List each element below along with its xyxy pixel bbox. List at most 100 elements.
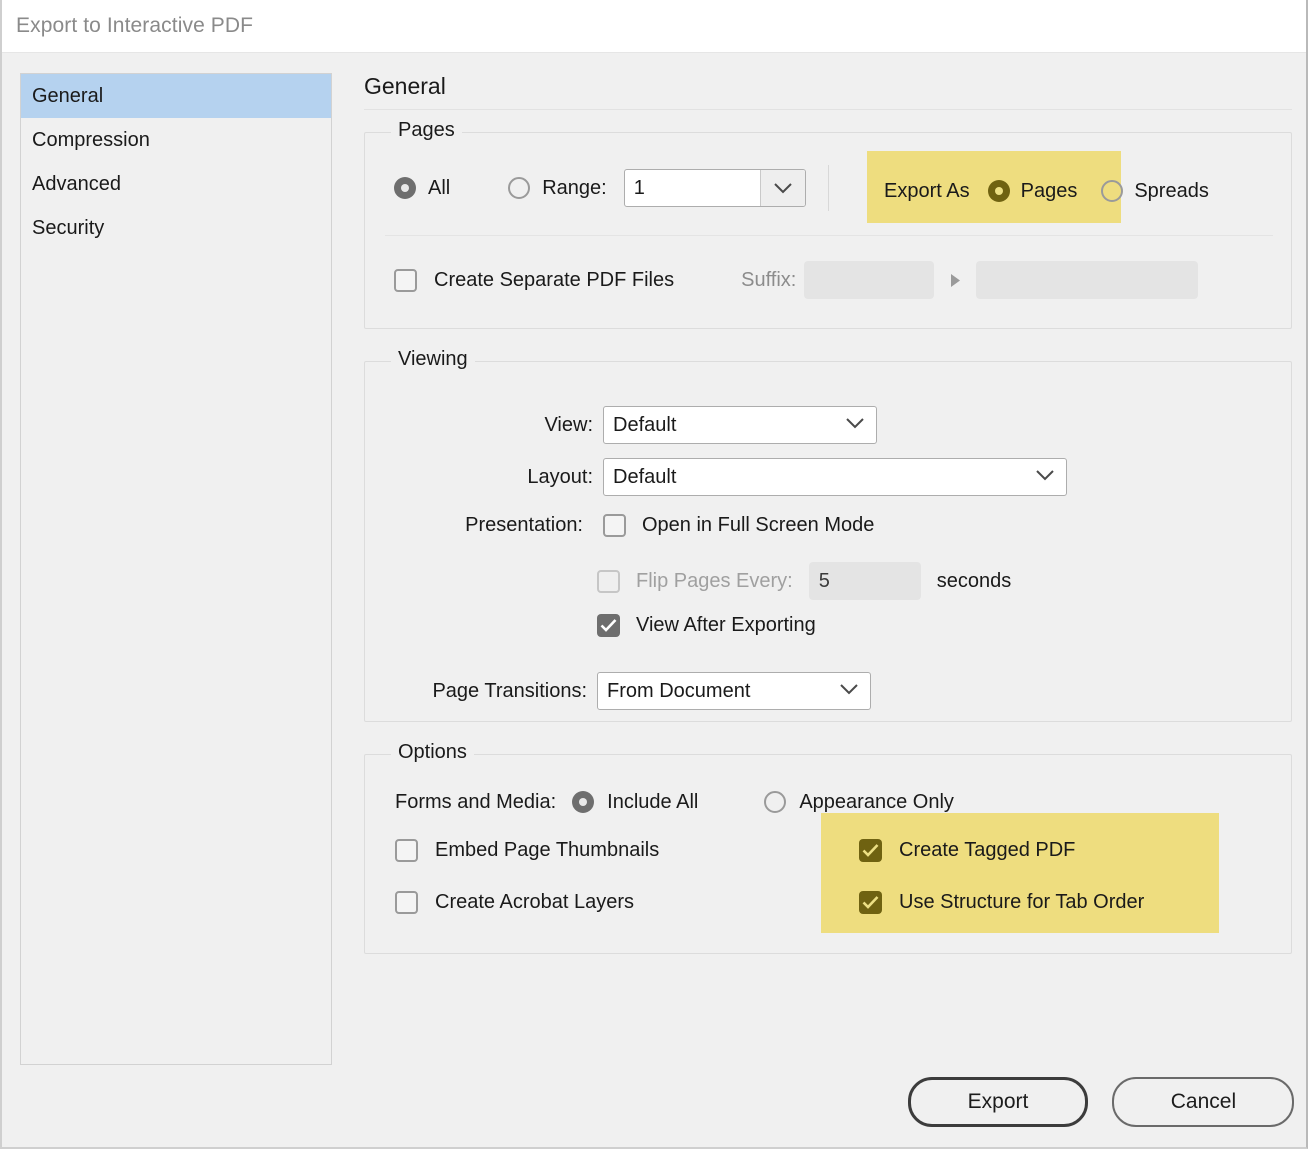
checkbox-create-tagged-pdf[interactable]: Create Tagged PDF: [859, 839, 1075, 862]
checkbox-create-tagged-pdf-label: Create Tagged PDF: [899, 839, 1076, 861]
checkbox-create-separate-pdf-files-label: Create Separate PDF Files: [434, 268, 675, 291]
pages-group: Pages All Range: 1 Export As Pages Sprea…: [364, 119, 1292, 329]
presentation-row: Presentation: Open in Full Screen Mode: [365, 514, 1273, 537]
export-button-label: Export: [967, 1090, 1029, 1113]
checkbox-use-structure-for-tab-order-indicator: [859, 891, 882, 914]
dialog-footer: Export Cancel: [908, 1077, 1295, 1127]
view-label: View:: [544, 413, 593, 436]
chevron-down-icon: [1036, 468, 1054, 486]
sidebar-item-compression[interactable]: Compression: [21, 118, 331, 162]
checkbox-embed-page-thumbnails[interactable]: Embed Page Thumbnails: [395, 839, 659, 862]
triangle-right-icon: [950, 273, 961, 288]
radio-pages[interactable]: Pages: [987, 179, 1078, 203]
radio-spreads-label: Spreads: [1134, 179, 1209, 202]
radio-include-all-label: Include All: [607, 790, 699, 813]
dialog-title: Export to Interactive PDF: [16, 14, 254, 37]
options-group-title: Options: [391, 741, 474, 764]
layout-row: Layout: Default: [365, 458, 1273, 496]
sidebar-item-general[interactable]: General: [21, 74, 331, 118]
checkbox-create-separate-pdf-files-indicator: [394, 268, 417, 292]
sidebar-item-advanced[interactable]: Advanced: [21, 162, 331, 206]
radio-appearance-only-indicator: [764, 791, 787, 813]
checkbox-create-tagged-pdf-indicator: [859, 839, 882, 862]
checkbox-view-after-exporting-indicator: [597, 614, 620, 637]
view-row: View: Default: [365, 406, 1273, 444]
flip-pages-row: Flip Pages Every: 5 seconds: [597, 562, 1011, 600]
checkbox-open-in-full-screen-mode-indicator: [603, 514, 626, 537]
export-as-label: Export As: [884, 179, 970, 202]
pages-inner-divider: [385, 235, 1273, 236]
settings-category-list[interactable]: General Compression Advanced Security: [20, 73, 332, 1065]
viewing-group: Viewing View: Default Layout: Default Pr…: [364, 348, 1292, 722]
layout-select[interactable]: Default: [603, 458, 1067, 496]
export-to-interactive-pdf-dialog: Export to Interactive PDF General Compre…: [0, 0, 1308, 1149]
dialog-titlebar: Export to Interactive PDF: [2, 0, 1306, 53]
radio-pages-indicator: [987, 180, 1010, 202]
view-select[interactable]: Default: [603, 406, 877, 444]
checkbox-create-acrobat-layers-indicator: [395, 891, 418, 914]
radio-all-label: All: [428, 176, 451, 199]
export-button[interactable]: Export: [908, 1077, 1088, 1127]
checkbox-create-acrobat-layers[interactable]: Create Acrobat Layers: [395, 891, 634, 914]
radio-all[interactable]: All: [394, 177, 450, 200]
pane-divider: [364, 109, 1292, 110]
separate-files-row: Create Separate PDF Files Suffix:: [394, 260, 1199, 300]
range-input-value: 1: [633, 177, 645, 199]
flip-pages-seconds-input[interactable]: 5: [808, 562, 921, 600]
radio-spreads[interactable]: Spreads: [1101, 180, 1209, 203]
radio-spreads-indicator: [1101, 180, 1124, 202]
page-transitions-label: Page Transitions:: [432, 679, 587, 702]
chevron-down-icon: [846, 416, 864, 434]
chevron-down-icon[interactable]: [759, 170, 805, 206]
radio-all-indicator: [394, 177, 416, 199]
radio-include-all-indicator: [572, 791, 595, 813]
sidebar-item-label: General: [32, 85, 104, 107]
cancel-button[interactable]: Cancel: [1112, 1077, 1295, 1127]
page-transitions-row: Page Transitions: From Document: [365, 672, 1273, 710]
presentation-label: Presentation:: [465, 514, 583, 536]
suffix-preview-field: [976, 261, 1199, 299]
suffix-label: Suffix:: [741, 268, 797, 291]
layout-select-value: Default: [613, 465, 677, 488]
checkbox-use-structure-for-tab-order-label: Use Structure for Tab Order: [899, 891, 1145, 913]
highlight-tagged-pdf-options: [821, 813, 1219, 933]
chevron-down-icon: [840, 682, 858, 700]
sidebar-item-label: Security: [32, 217, 105, 239]
radio-pages-label: Pages: [1020, 179, 1078, 202]
checkbox-create-acrobat-layers-label: Create Acrobat Layers: [435, 891, 634, 913]
pages-scope-row: All Range: 1: [394, 165, 829, 211]
sidebar-item-label: Advanced: [32, 173, 121, 195]
radio-range[interactable]: Range:: [508, 177, 607, 200]
radio-appearance-only[interactable]: Appearance Only: [764, 791, 954, 814]
flip-pages-seconds-value: 5: [818, 570, 830, 592]
suffix-input[interactable]: [804, 261, 935, 299]
checkbox-flip-pages-every[interactable]: Flip Pages Every:: [597, 569, 793, 593]
settings-pane: General Pages All Range: 1 Export As Pag…: [364, 73, 1292, 986]
suffix-preview-value: [976, 269, 986, 291]
page-title: General: [364, 73, 446, 99]
checkbox-create-separate-pdf-files[interactable]: Create Separate PDF Files: [394, 268, 675, 292]
checkbox-flip-pages-every-indicator: [597, 569, 620, 593]
suffix-input-value: [804, 269, 814, 291]
seconds-label: seconds: [936, 569, 1012, 592]
pages-group-title: Pages: [391, 119, 462, 142]
cancel-button-label: Cancel: [1170, 1090, 1237, 1113]
page-transitions-select-value: From Document: [607, 679, 751, 702]
sidebar-item-security[interactable]: Security: [21, 206, 331, 250]
range-input[interactable]: 1: [623, 169, 806, 207]
checkbox-embed-page-thumbnails-label: Embed Page Thumbnails: [435, 839, 660, 861]
radio-include-all[interactable]: Include All: [572, 791, 698, 814]
checkbox-view-after-exporting[interactable]: View After Exporting: [597, 614, 816, 637]
forms-and-media-row: Forms and Media: Include All Appearance …: [395, 787, 954, 817]
export-as-control: Export As Pages Spreads: [884, 177, 1209, 205]
view-select-value: Default: [613, 413, 677, 436]
radio-appearance-only-label: Appearance Only: [799, 790, 954, 813]
checkbox-view-after-exporting-label: View After Exporting: [636, 614, 816, 636]
page-transitions-select[interactable]: From Document: [597, 672, 871, 710]
layout-label: Layout:: [527, 465, 593, 488]
checkbox-open-in-full-screen-mode[interactable]: Open in Full Screen Mode: [603, 514, 874, 537]
forms-and-media-label: Forms and Media:: [395, 790, 557, 813]
checkbox-use-structure-for-tab-order[interactable]: Use Structure for Tab Order: [859, 891, 1144, 914]
viewing-group-title: Viewing: [391, 348, 475, 371]
checkbox-open-in-full-screen-mode-label: Open in Full Screen Mode: [642, 514, 875, 536]
